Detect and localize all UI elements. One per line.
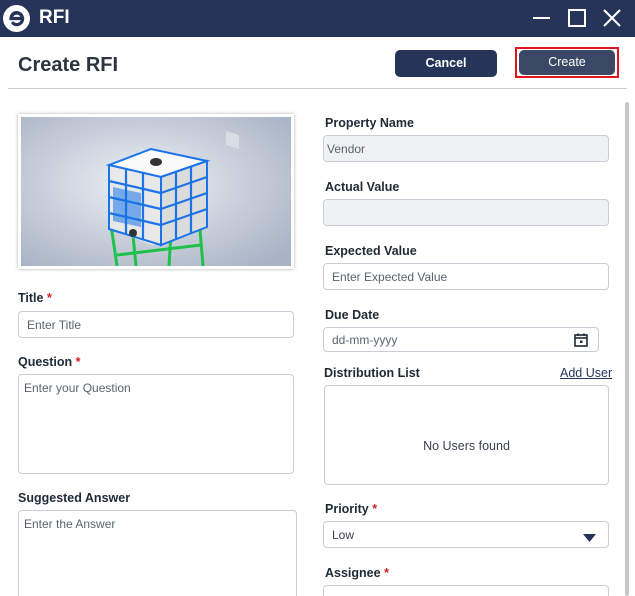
- scrollbar[interactable]: [625, 102, 629, 596]
- title-label: Title *: [18, 291, 52, 305]
- create-button[interactable]: Create: [519, 50, 615, 75]
- assignee-select[interactable]: [323, 585, 609, 596]
- header-divider: [8, 88, 627, 89]
- question-label: Question *: [18, 355, 81, 369]
- priority-label: Priority *: [325, 502, 378, 516]
- title-input[interactable]: Enter Title: [18, 311, 294, 338]
- due-date-label: Due Date: [325, 308, 380, 322]
- window-title: RFI: [39, 7, 70, 28]
- title-bar: RFI: [0, 0, 635, 37]
- expected-value-input[interactable]: Enter Expected Value: [323, 263, 609, 290]
- create-button-highlight: Create: [515, 47, 619, 78]
- actual-value-field: [323, 199, 609, 226]
- caret-down-icon: [583, 531, 596, 545]
- e-logo-icon: [3, 5, 30, 32]
- property-name-label: Property Name: [325, 116, 414, 130]
- distribution-list-box: No Users found: [324, 385, 609, 485]
- maximize-icon[interactable]: [565, 6, 589, 30]
- calendar-icon[interactable]: [574, 333, 588, 350]
- question-textarea[interactable]: Enter your Question: [18, 374, 294, 474]
- page-title: Create RFI: [18, 54, 119, 76]
- minimize-icon[interactable]: [530, 6, 554, 30]
- assignee-label: Assignee *: [325, 566, 389, 580]
- suggested-answer-textarea[interactable]: Enter the Answer: [18, 510, 297, 596]
- page-header: Create RFI Cancel Create: [0, 37, 635, 89]
- suggested-answer-label: Suggested Answer: [18, 491, 131, 505]
- priority-select[interactable]: Low: [323, 521, 609, 548]
- actual-value-label: Actual Value: [325, 180, 400, 194]
- empty-users-message: No Users found: [423, 439, 510, 453]
- cancel-button[interactable]: Cancel: [395, 50, 497, 77]
- due-date-input[interactable]: dd-mm-yyyy: [323, 327, 599, 352]
- equipment-image: [18, 114, 294, 269]
- property-name-field: Vendor: [323, 135, 609, 162]
- close-icon[interactable]: [600, 6, 624, 30]
- add-user-link[interactable]: Add User: [560, 366, 612, 380]
- expected-value-label: Expected Value: [325, 244, 417, 258]
- distribution-list-label: Distribution List: [324, 366, 420, 380]
